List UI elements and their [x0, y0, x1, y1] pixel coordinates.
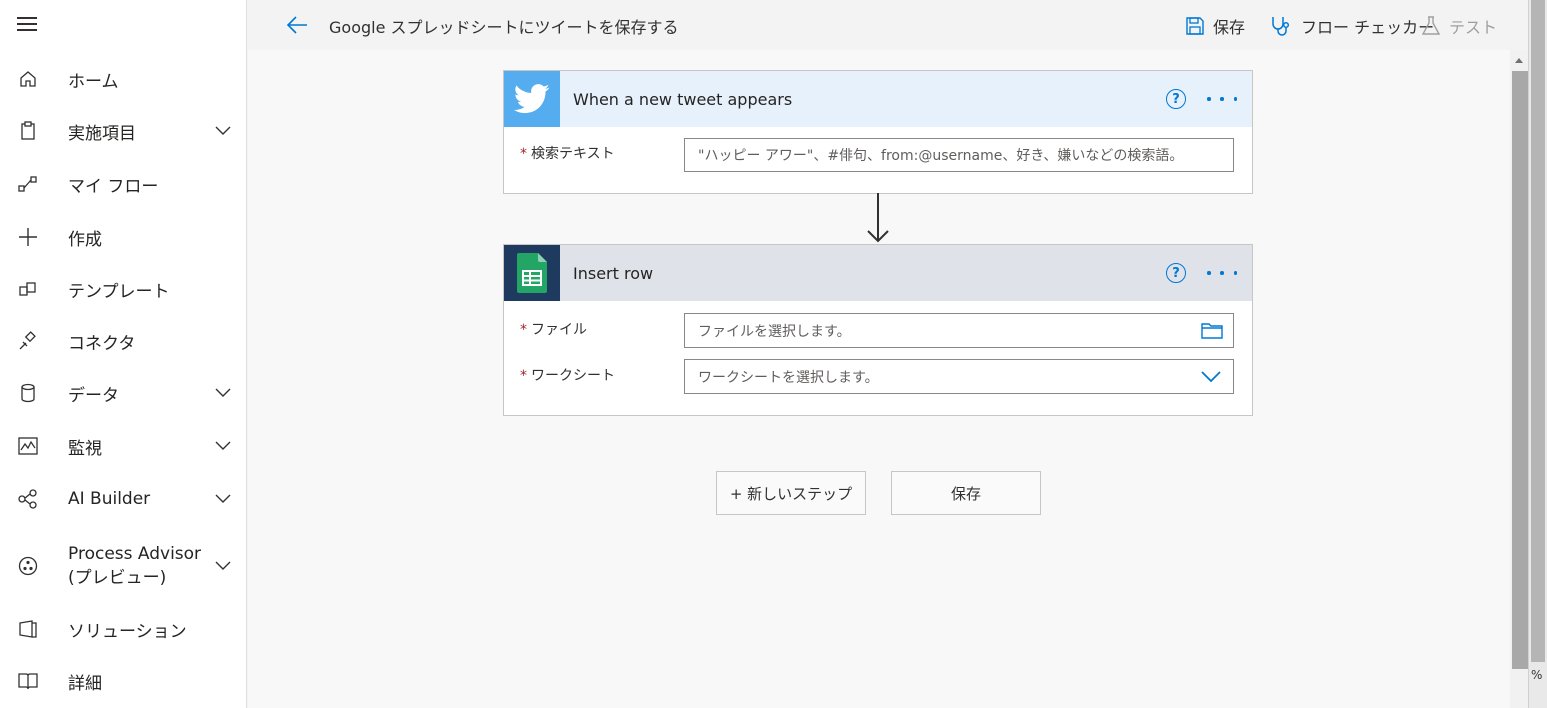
trigger-card: When a new tweet appears ? * 検索テキスト "ハッピー…	[503, 70, 1253, 194]
trigger-card-header[interactable]: When a new tweet appears ?	[504, 71, 1252, 127]
scroll-up-arrow-icon[interactable]	[1515, 57, 1523, 63]
field-label-text: ファイル	[531, 322, 587, 338]
flow-icon	[18, 174, 38, 194]
sidebar-item-label: 詳細	[68, 673, 102, 694]
flow-designer-canvas: When a new tweet appears ? * 検索テキスト "ハッピー…	[248, 50, 1510, 708]
google-sheets-logo-icon	[504, 245, 560, 301]
vertical-scrollbar[interactable]	[1510, 50, 1528, 708]
worksheet-label: * ワークシート	[520, 365, 615, 385]
monitor-icon	[18, 436, 38, 456]
adjacent-window-edge: %	[1528, 0, 1547, 708]
sidebar-item-solutions[interactable]: ソリューション	[0, 607, 247, 651]
save-icon	[1186, 17, 1204, 35]
ai-builder-icon	[18, 489, 38, 509]
save-button[interactable]: 保存	[1186, 13, 1245, 39]
help-icon[interactable]: ?	[1166, 89, 1186, 109]
folder-icon[interactable]	[1201, 322, 1223, 340]
sidebar-item-label: テンプレート	[68, 281, 170, 302]
worksheet-row: * ワークシート ワークシートを選択します。	[504, 353, 1252, 399]
sidebar-item-label: Process Advisor (プレビュー)	[68, 542, 201, 590]
required-marker: *	[520, 146, 527, 162]
field-label-text: 検索テキスト	[531, 146, 615, 162]
sidebar-item-ai-builder[interactable]: AI Builder	[0, 477, 247, 521]
file-picker-input[interactable]: ファイルを選択します。	[684, 313, 1234, 348]
search-text-label: * 検索テキスト	[520, 143, 615, 163]
sidebar-item-label-line1: Process Advisor	[68, 544, 202, 564]
edge-scrollbar	[1531, 0, 1545, 662]
back-arrow-icon[interactable]	[286, 15, 308, 35]
sidebar-item-label: 監視	[68, 438, 102, 459]
chevron-down-icon[interactable]	[1201, 371, 1221, 383]
sidebar-item-monitor[interactable]: 監視	[0, 424, 247, 468]
left-navigation: ホーム 実施項目 マイ フロー 作成 テンプレート コネクタ データ 監視 AI…	[0, 0, 247, 708]
help-icon[interactable]: ?	[1166, 263, 1186, 283]
trigger-title: When a new tweet appears	[573, 89, 793, 109]
test-button-label: テスト	[1449, 18, 1498, 37]
flow-checker-button[interactable]: フロー チェッカー	[1270, 13, 1434, 39]
sidebar-item-label: ホーム	[68, 71, 119, 92]
solutions-icon	[18, 619, 38, 639]
template-icon	[18, 279, 38, 299]
sidebar-item-data[interactable]: データ	[0, 371, 247, 415]
save-button-label: 保存	[1213, 18, 1246, 37]
home-icon	[18, 69, 38, 89]
required-marker: *	[520, 322, 527, 338]
sidebar-item-connectors[interactable]: コネクタ	[0, 319, 247, 363]
more-options-icon[interactable]	[1207, 97, 1237, 103]
sidebar-item-label: データ	[68, 385, 119, 406]
flow-checker-label: フロー チェッカー	[1301, 18, 1435, 37]
new-step-button[interactable]: + 新しいステップ	[716, 471, 866, 515]
more-options-icon[interactable]	[1207, 271, 1237, 277]
action-title: Insert row	[573, 263, 654, 283]
stethoscope-icon	[1272, 17, 1290, 36]
sidebar-item-label: 作成	[68, 229, 102, 250]
sidebar-item-create[interactable]: 作成	[0, 215, 247, 259]
file-placeholder: ファイルを選択します。	[698, 323, 851, 340]
sidebar-item-process-advisor[interactable]: Process Advisor (プレビュー)	[0, 540, 247, 592]
chevron-down-icon[interactable]	[215, 388, 231, 398]
plus-icon	[18, 227, 38, 247]
sidebar-item-action-items[interactable]: 実施項目	[0, 109, 247, 153]
process-advisor-icon	[18, 556, 38, 576]
database-icon	[18, 383, 38, 403]
sidebar-item-label: マイ フロー	[68, 176, 159, 197]
required-marker: *	[520, 368, 527, 384]
search-text-placeholder: "ハッピー アワー"、#俳句、from:@username、好き、嫌いなどの検索…	[698, 148, 1184, 164]
chevron-down-icon[interactable]	[215, 561, 231, 571]
test-button[interactable]: テスト	[1422, 13, 1497, 39]
sidebar-item-home[interactable]: ホーム	[0, 57, 247, 101]
worksheet-dropdown[interactable]: ワークシートを選択します。	[684, 359, 1234, 394]
sidebar-item-learn[interactable]: 詳細	[0, 659, 247, 703]
chevron-down-icon[interactable]	[215, 126, 231, 136]
sidebar-item-label: ソリューション	[68, 621, 187, 642]
sidebar-item-label: コネクタ	[68, 333, 136, 354]
command-bar: Google スプレッドシートにツイートを保存する 保存 フロー チェッカー テ…	[248, 0, 1528, 50]
sidebar-item-label: 実施項目	[68, 123, 136, 144]
search-text-row: * 検索テキスト "ハッピー アワー"、#俳句、from:@username、好き…	[504, 133, 1252, 179]
field-label-text: ワークシート	[531, 368, 615, 384]
clipboard-icon	[18, 121, 38, 141]
sidebar-item-templates[interactable]: テンプレート	[0, 267, 247, 311]
chevron-down-icon[interactable]	[215, 494, 231, 504]
connector-arrow-icon	[867, 193, 889, 243]
flask-icon	[1422, 16, 1440, 35]
hamburger-menu-icon[interactable]	[17, 17, 37, 33]
chevron-down-icon[interactable]	[215, 441, 231, 451]
worksheet-placeholder: ワークシートを選択します。	[698, 369, 879, 386]
canvas-save-button[interactable]: 保存	[891, 471, 1041, 515]
scrollbar-thumb[interactable]	[1512, 71, 1528, 669]
sidebar-item-label: AI Builder	[68, 489, 151, 509]
file-row: * ファイル ファイルを選択します。	[504, 307, 1252, 353]
sidebar-item-my-flows[interactable]: マイ フロー	[0, 162, 247, 206]
action-card: Insert row ? * ファイル ファイルを選択します。 * ワークシート ワ…	[503, 244, 1253, 416]
zoom-percent-fragment: %	[1531, 668, 1543, 682]
action-card-header[interactable]: Insert row ?	[504, 245, 1252, 301]
sidebar-item-label-line2: (プレビュー)	[68, 568, 167, 588]
book-icon	[18, 671, 38, 691]
flow-title: Google スプレッドシートにツイートを保存する	[329, 18, 679, 37]
search-text-input[interactable]: "ハッピー アワー"、#俳句、from:@username、好き、嫌いなどの検索…	[684, 138, 1234, 172]
file-label: * ファイル	[520, 319, 587, 339]
connector-icon	[18, 331, 38, 351]
twitter-logo-icon	[504, 71, 560, 127]
